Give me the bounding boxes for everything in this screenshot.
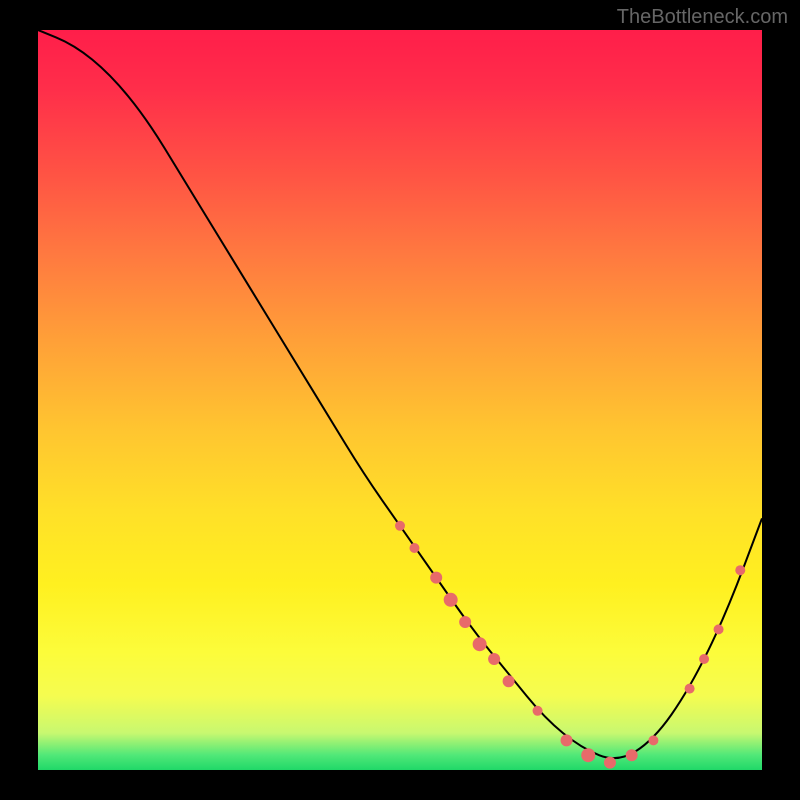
curve-marker xyxy=(604,757,616,769)
curve-marker xyxy=(626,749,638,761)
curve-markers xyxy=(395,521,745,769)
curve-marker xyxy=(503,675,515,687)
curve-marker xyxy=(714,624,724,634)
curve-marker xyxy=(699,654,709,664)
watermark-text: TheBottleneck.com xyxy=(617,6,788,29)
curve-marker xyxy=(685,684,695,694)
curve-marker xyxy=(473,637,487,651)
curve-marker xyxy=(430,572,442,584)
curve-marker xyxy=(444,593,458,607)
curve-marker xyxy=(409,543,419,553)
curve-marker xyxy=(395,521,405,531)
curve-marker xyxy=(533,706,543,716)
curve-marker xyxy=(648,735,658,745)
curve-marker xyxy=(488,653,500,665)
chart-container xyxy=(38,30,762,770)
curve-marker xyxy=(561,734,573,746)
bottleneck-curve-line xyxy=(38,30,762,758)
curve-marker xyxy=(459,616,471,628)
curve-marker xyxy=(581,748,595,762)
curve-marker xyxy=(735,565,745,575)
chart-svg xyxy=(38,30,762,770)
